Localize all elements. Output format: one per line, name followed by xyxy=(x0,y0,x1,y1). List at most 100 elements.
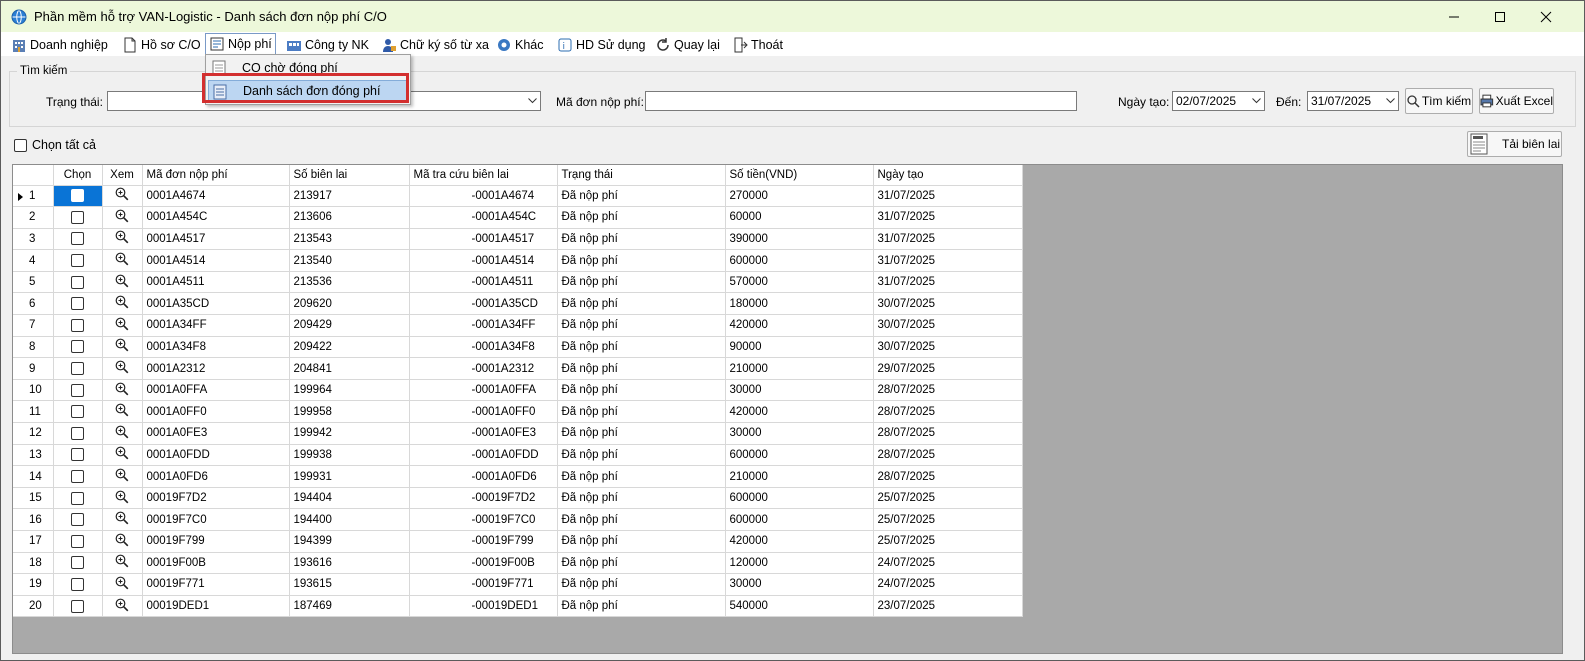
row-view-button[interactable] xyxy=(102,185,143,208)
row-checkbox[interactable] xyxy=(71,340,84,354)
table-row[interactable]: 15 00019F7D2 194404 -00019F7D2 Đã nộp phí 600… xyxy=(13,487,1023,510)
row-view-button[interactable] xyxy=(102,379,143,402)
row-number[interactable]: 6 xyxy=(13,292,54,316)
table-row[interactable]: 1 0001A4674 213917 -0001A4674 Đã nộp phí 2700… xyxy=(13,185,1023,208)
row-view-button[interactable] xyxy=(102,314,143,337)
table-row[interactable]: 10 0001A0FFA 199964 -0001A0FFA Đã nộp phí 300… xyxy=(13,379,1023,402)
row-checkbox[interactable] xyxy=(71,513,84,527)
row-view-button[interactable] xyxy=(102,249,143,272)
row-number[interactable]: 16 xyxy=(13,508,54,531)
column-header[interactable]: Ngày tạo xyxy=(873,165,1023,186)
row-select-cell[interactable] xyxy=(53,228,103,251)
row-select-cell[interactable] xyxy=(53,249,103,272)
row-checkbox[interactable] xyxy=(71,599,84,613)
row-number[interactable]: 13 xyxy=(13,444,54,467)
date-to-picker[interactable]: 31/07/2025 xyxy=(1307,91,1399,111)
row-checkbox[interactable] xyxy=(71,470,84,484)
checkbox[interactable] xyxy=(14,138,27,152)
column-header[interactable]: Số biên lai xyxy=(289,165,410,186)
row-view-button[interactable] xyxy=(102,444,143,467)
row-select-cell[interactable] xyxy=(53,292,103,316)
row-select-cell[interactable] xyxy=(53,422,103,445)
row-number[interactable]: 8 xyxy=(13,336,54,359)
column-header[interactable]: Trạng thái xyxy=(557,165,726,186)
row-number[interactable]: 14 xyxy=(13,465,54,488)
close-button[interactable] xyxy=(1523,1,1569,32)
row-view-button[interactable] xyxy=(102,465,143,488)
menu-hd-su-dung[interactable]: i HD Sử dụng xyxy=(554,34,649,55)
column-header[interactable]: Mã tra cứu biên lai xyxy=(409,165,558,186)
row-select-cell[interactable] xyxy=(53,314,103,337)
row-view-button[interactable] xyxy=(102,595,143,618)
column-header[interactable] xyxy=(13,165,54,186)
menu-cong-ty-nk[interactable]: Công ty NK xyxy=(283,34,372,55)
table-row[interactable]: 3 0001A4517 213543 -0001A4517 Đã nộp phí 3900… xyxy=(13,228,1023,251)
row-checkbox[interactable] xyxy=(71,275,84,289)
row-select-cell[interactable] xyxy=(53,336,103,359)
maximize-button[interactable] xyxy=(1477,1,1523,32)
row-view-button[interactable] xyxy=(102,573,143,596)
menu-chu-ky-so[interactable]: Chữ ký số từ xa xyxy=(378,34,492,55)
row-checkbox[interactable] xyxy=(71,405,84,419)
table-row[interactable]: 9 0001A2312 204841 -0001A2312 Đã nộp phí 2100… xyxy=(13,357,1023,380)
table-row[interactable]: 13 0001A0FDD 199938 -0001A0FDD Đã nộp phí 600… xyxy=(13,444,1023,467)
row-checkbox[interactable] xyxy=(71,318,84,332)
row-select-cell[interactable] xyxy=(53,530,103,553)
row-view-button[interactable] xyxy=(102,228,143,251)
row-checkbox[interactable] xyxy=(71,577,84,591)
row-select-cell[interactable] xyxy=(53,573,103,596)
row-view-button[interactable] xyxy=(102,271,143,294)
menu-khac[interactable]: Khác xyxy=(493,34,547,55)
row-select-cell[interactable] xyxy=(53,552,103,575)
row-select-cell[interactable] xyxy=(53,465,103,488)
table-row[interactable]: 16 00019F7C0 194400 -00019F7C0 Đã nộp phí 600… xyxy=(13,508,1023,531)
row-select-cell[interactable] xyxy=(53,444,103,467)
row-select-cell[interactable] xyxy=(53,185,103,208)
row-checkbox[interactable] xyxy=(71,383,84,397)
row-checkbox[interactable] xyxy=(71,491,84,505)
table-row[interactable]: 8 0001A34F8 209422 -0001A34F8 Đã nộp phí 9000… xyxy=(13,336,1023,359)
row-number[interactable]: 4 xyxy=(13,249,54,272)
row-select-cell[interactable] xyxy=(53,400,103,424)
table-row[interactable]: 2 0001A454C 213606 -0001A454C Đã nộp phí 6000… xyxy=(13,206,1023,229)
table-row[interactable]: 20 00019DED1 187469 -00019DED1 Đã nộp phí 540… xyxy=(13,595,1023,618)
row-number[interactable]: 11 xyxy=(13,400,54,424)
row-view-button[interactable] xyxy=(102,487,143,510)
row-number[interactable]: 7 xyxy=(13,314,54,337)
table-row[interactable]: 14 0001A0FD6 199931 -0001A0FD6 Đã nộp phí 210… xyxy=(13,465,1023,488)
row-number[interactable]: 10 xyxy=(13,379,54,402)
row-checkbox[interactable] xyxy=(71,297,84,311)
row-number[interactable]: 19 xyxy=(13,573,54,596)
row-number[interactable]: 9 xyxy=(13,357,54,380)
menu-doanh-nghiep[interactable]: Doanh nghiệp xyxy=(8,34,111,55)
table-row[interactable]: 7 0001A34FF 209429 -0001A34FF Đã nộp phí 4200… xyxy=(13,314,1023,337)
row-number[interactable]: 20 xyxy=(13,595,54,618)
row-view-button[interactable] xyxy=(102,552,143,575)
row-select-cell[interactable] xyxy=(53,379,103,402)
table-row[interactable]: 17 00019F799 194399 -00019F799 Đã nộp phí 420… xyxy=(13,530,1023,553)
table-row[interactable]: 6 0001A35CD 209620 -0001A35CD Đã nộp phí 1800… xyxy=(13,292,1023,316)
export-excel-button[interactable]: Xuất Excel xyxy=(1479,88,1554,114)
row-checkbox[interactable] xyxy=(71,254,84,268)
row-checkbox[interactable] xyxy=(71,534,84,548)
select-all-checkbox[interactable]: Chọn tất cả xyxy=(14,138,96,152)
date-from-picker[interactable]: 02/07/2025 xyxy=(1172,91,1265,111)
row-number[interactable]: 2 xyxy=(13,206,54,229)
menu-quay-lai[interactable]: Quay lại xyxy=(652,34,723,55)
row-checkbox[interactable] xyxy=(71,362,84,376)
row-view-button[interactable] xyxy=(102,508,143,531)
column-header[interactable]: Số tiền(VND) xyxy=(725,165,874,186)
row-select-cell[interactable] xyxy=(53,487,103,510)
row-view-button[interactable] xyxy=(102,422,143,445)
column-header[interactable]: Xem xyxy=(102,165,143,186)
row-select-cell[interactable] xyxy=(53,271,103,294)
row-number[interactable]: 17 xyxy=(13,530,54,553)
table-row[interactable]: 19 00019F771 193615 -00019F771 Đã nộp phí 300… xyxy=(13,573,1023,596)
row-select-cell[interactable] xyxy=(53,508,103,531)
row-view-button[interactable] xyxy=(102,292,143,316)
menu-ho-so-co[interactable]: Hồ sơ C/O xyxy=(119,34,204,55)
row-checkbox[interactable] xyxy=(71,232,84,246)
row-select-cell[interactable] xyxy=(53,595,103,618)
row-number[interactable]: 15 xyxy=(13,487,54,510)
code-input[interactable] xyxy=(645,91,1077,111)
